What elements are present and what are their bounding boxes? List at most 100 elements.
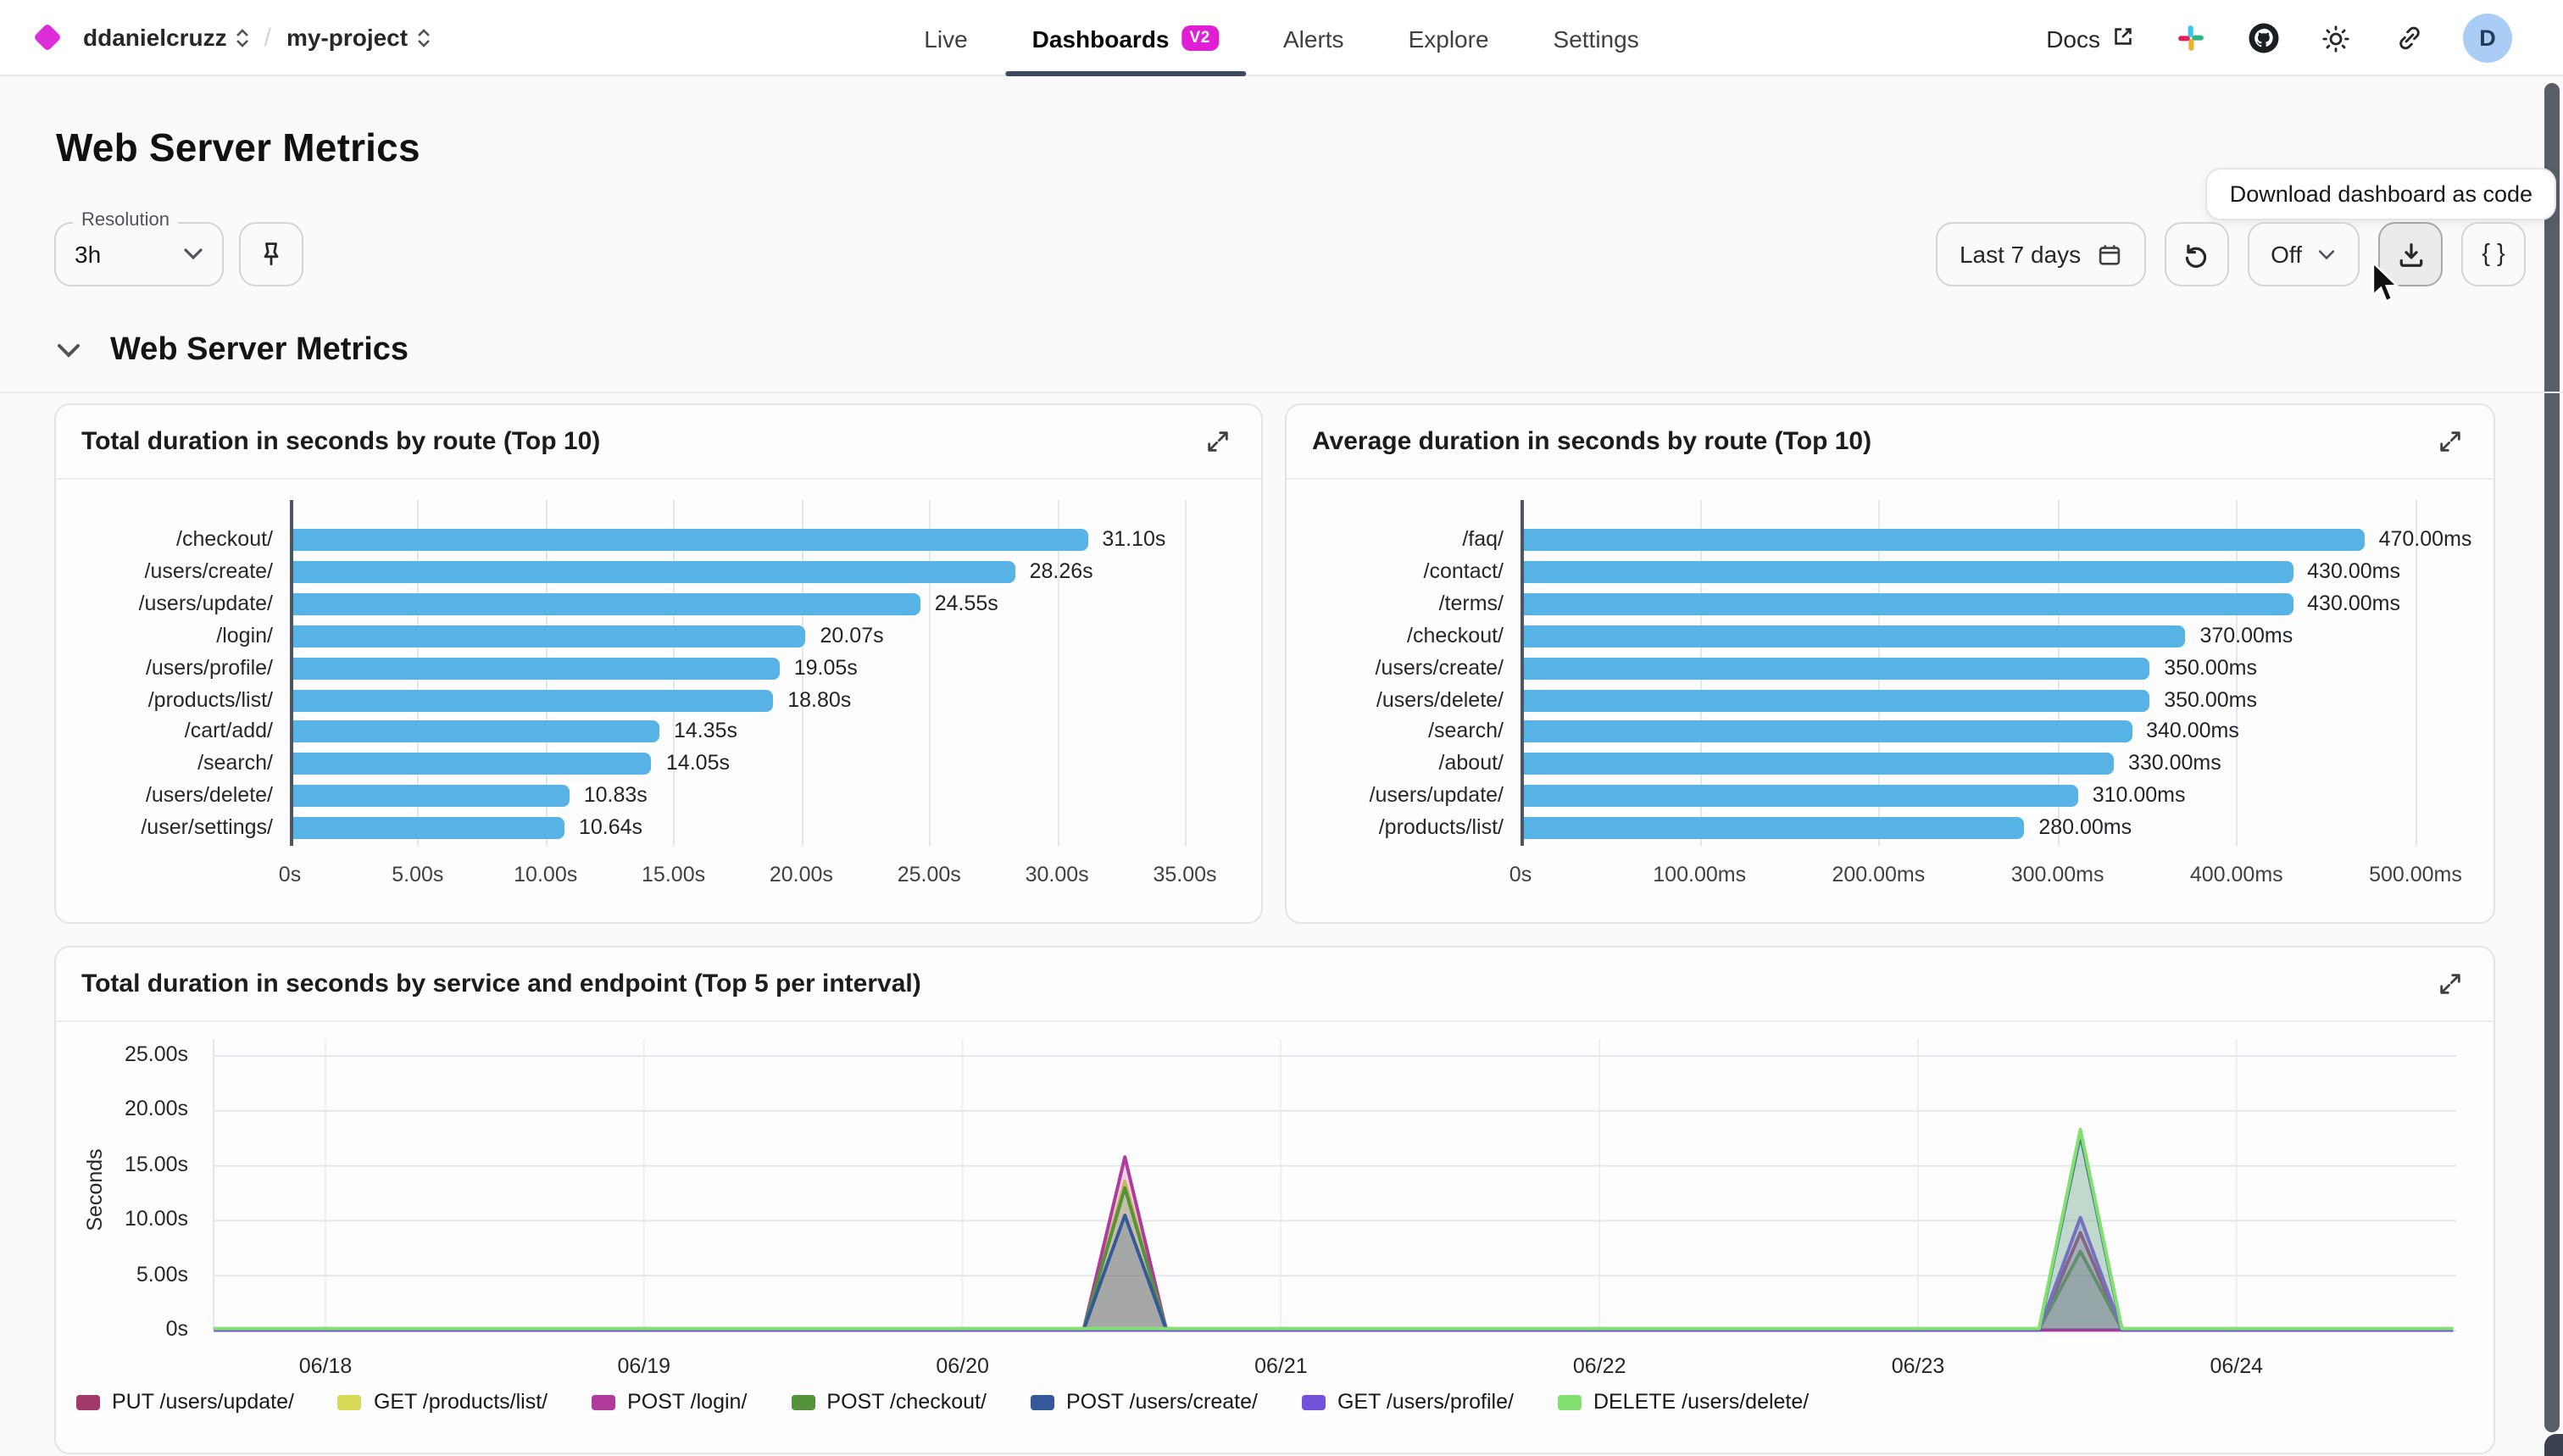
- v2-badge: V2: [1181, 25, 1219, 52]
- scrollbar-thumb[interactable]: [2544, 83, 2560, 1432]
- resolution-select[interactable]: Resolution 3h: [54, 222, 224, 286]
- legend-item[interactable]: POST /login/: [592, 1390, 747, 1414]
- bar-value-label: 14.05s: [666, 752, 730, 775]
- panel-header: Total duration in seconds by route (Top …: [56, 405, 1261, 480]
- bar-value-label: 310.00ms: [2093, 783, 2186, 807]
- legend-item[interactable]: DELETE /users/delete/: [1558, 1390, 1809, 1414]
- page-title: Web Server Metrics: [56, 125, 420, 171]
- tab-label: Live: [924, 25, 967, 52]
- expand-icon[interactable]: [1198, 423, 1236, 460]
- legend-item[interactable]: POST /checkout/: [791, 1390, 987, 1414]
- org-name: ddanielcruzz: [83, 24, 227, 51]
- chevron-updown-icon: [236, 28, 249, 47]
- legend-label: POST /checkout/: [826, 1390, 987, 1414]
- bar-value-label: 28.26s: [1030, 559, 1093, 583]
- bar: [1523, 721, 2132, 743]
- section-header[interactable]: Web Server Metrics: [56, 332, 409, 370]
- bar-category-label: /checkout/: [1287, 623, 1504, 647]
- tab-explore[interactable]: Explore: [1409, 0, 1489, 76]
- bar-value-label: 350.00ms: [2164, 687, 2257, 711]
- bar-value-label: 18.80s: [787, 687, 851, 711]
- slack-icon[interactable]: [2171, 19, 2209, 57]
- bar-value-label: 31.10s: [1102, 527, 1165, 551]
- project-switcher[interactable]: my-project: [286, 24, 430, 51]
- org-switcher[interactable]: ddanielcruzz: [83, 24, 249, 51]
- code-view-button[interactable]: { }: [2461, 222, 2526, 286]
- resolution-label: Resolution: [73, 210, 178, 231]
- legend-item[interactable]: PUT /users/update/: [76, 1390, 294, 1414]
- x-tick-label: 400.00ms: [2190, 863, 2283, 886]
- bar-category-label: /about/: [1287, 752, 1504, 775]
- bar-value-label: 10.83s: [584, 783, 648, 807]
- bar: [1523, 689, 2149, 711]
- bar-category-label: /users/create/: [1287, 655, 1504, 679]
- bar-category-label: /users/delete/: [56, 783, 273, 807]
- x-tick-label: 06/24: [2169, 1354, 2304, 1378]
- x-tick-label: 200.00ms: [1832, 863, 1925, 886]
- pin-button[interactable]: [239, 222, 303, 286]
- breadcrumb: ddanielcruzz / my-project: [0, 23, 430, 52]
- expand-icon[interactable]: [2431, 965, 2468, 1003]
- gridline: [1185, 500, 1187, 846]
- bar: [1523, 785, 2078, 807]
- legend-label: POST /users/create/: [1066, 1390, 1258, 1414]
- expand-icon[interactable]: [2431, 423, 2468, 460]
- bar: [1523, 657, 2149, 679]
- logo-diamond-icon[interactable]: [33, 23, 62, 52]
- docs-link[interactable]: Docs: [2046, 23, 2136, 53]
- bar: [292, 529, 1087, 551]
- legend-swatch: [76, 1394, 100, 1409]
- theme-sun-icon[interactable]: [2317, 19, 2355, 57]
- tab-alerts[interactable]: Alerts: [1283, 0, 1344, 76]
- legend-item[interactable]: GET /products/list/: [338, 1390, 548, 1414]
- legend-swatch: [1558, 1394, 1582, 1409]
- bar-category-label: /contact/: [1287, 559, 1504, 583]
- tab-label: Dashboards: [1032, 25, 1170, 52]
- area-chart: Seconds0s5.00s10.00s15.00s20.00s25.00s06…: [56, 1022, 2494, 1446]
- gridline: [1057, 500, 1059, 846]
- x-tick-label: 10.00s: [514, 863, 577, 886]
- external-link-icon: [2110, 23, 2136, 53]
- legend-item[interactable]: GET /users/profile/: [1302, 1390, 1514, 1414]
- refresh-button[interactable]: [2164, 222, 2228, 286]
- bar-category-label: /products/list/: [1287, 815, 1504, 839]
- bar-category-label: /terms/: [1287, 592, 1504, 615]
- bar-category-label: /users/delete/: [1287, 687, 1504, 711]
- x-tick-label: 5.00s: [392, 863, 443, 886]
- legend-item[interactable]: POST /users/create/: [1031, 1390, 1258, 1414]
- auto-refresh-select[interactable]: Off: [2247, 222, 2360, 286]
- legend-swatch: [791, 1394, 814, 1409]
- x-tick-label: 15.00s: [642, 863, 705, 886]
- project-name: my-project: [286, 24, 408, 51]
- breadcrumb-separator: /: [264, 23, 271, 52]
- bar-category-label: /search/: [56, 752, 273, 775]
- github-icon[interactable]: [2244, 19, 2282, 57]
- bar-value-label: 370.00ms: [2199, 623, 2293, 647]
- gridline: [2416, 500, 2417, 846]
- tab-live[interactable]: Live: [924, 0, 967, 76]
- x-tick-label: 06/22: [1532, 1354, 1667, 1378]
- x-tick-label: 300.00ms: [2011, 863, 2104, 886]
- bar: [292, 625, 806, 647]
- bar: [1523, 593, 2293, 615]
- panel-title: Total duration in seconds by service and…: [81, 970, 921, 998]
- gridline: [929, 500, 931, 846]
- bar-value-label: 340.00ms: [2146, 720, 2239, 743]
- panel-title: Average duration in seconds by route (To…: [1312, 427, 1871, 456]
- x-tick-label: 30.00s: [1026, 863, 1089, 886]
- bar: [292, 657, 780, 679]
- tab-settings[interactable]: Settings: [1554, 0, 1639, 76]
- bar-category-label: /users/update/: [1287, 783, 1504, 807]
- x-tick-label: 06/20: [895, 1354, 1031, 1378]
- bar-value-label: 430.00ms: [2307, 592, 2400, 615]
- link-icon[interactable]: [2390, 19, 2427, 57]
- time-range-button[interactable]: Last 7 days: [1936, 222, 2145, 286]
- bar-value-label: 20.07s: [820, 623, 884, 647]
- download-dashboard-button[interactable]: [2378, 222, 2443, 286]
- bar-value-label: 430.00ms: [2307, 559, 2400, 583]
- bar-category-label: /users/profile/: [56, 655, 273, 679]
- tab-dashboards[interactable]: Dashboards V2: [1032, 0, 1219, 76]
- avatar[interactable]: D: [2463, 14, 2512, 63]
- bar-category-label: /cart/add/: [56, 720, 273, 743]
- braces-label: { }: [2482, 241, 2505, 268]
